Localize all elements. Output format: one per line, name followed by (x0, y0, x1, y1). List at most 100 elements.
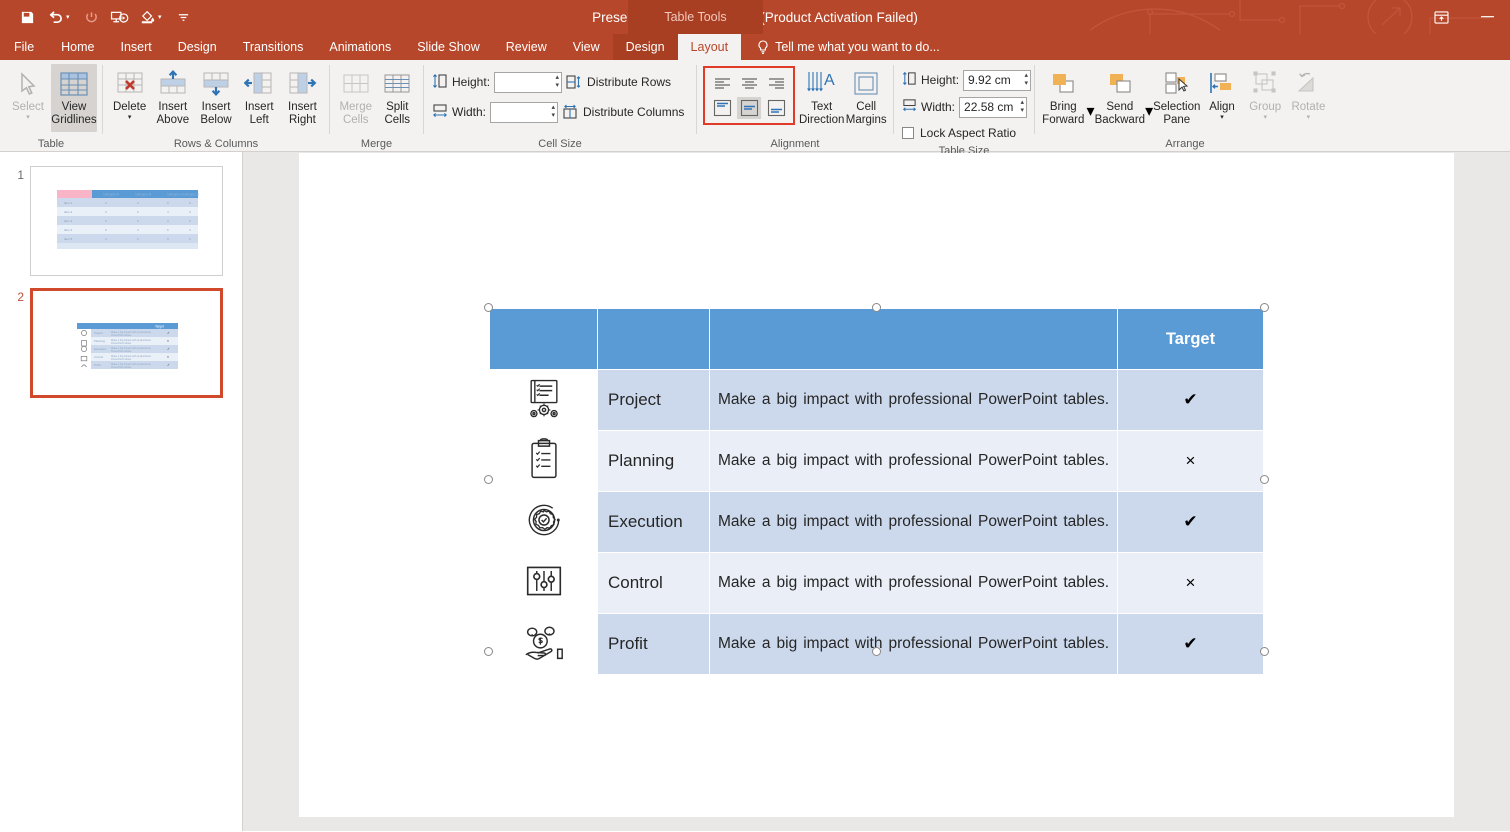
header-cell-desc[interactable] (709, 308, 1118, 370)
cell-width-input[interactable]: ▴ ▾ (490, 101, 559, 123)
table-selection-wrapper[interactable]: Target Project Make a big impact with pr… (484, 303, 1269, 675)
row-icon-cell[interactable] (489, 552, 598, 614)
align-left-icon[interactable] (710, 72, 734, 94)
tab-insert[interactable]: Insert (108, 34, 165, 60)
customize-qat-icon[interactable] (170, 5, 196, 29)
ribbon-tabs[interactable]: File Home Insert Design Transitions Anim… (0, 34, 1510, 60)
header-cell-icon[interactable] (489, 308, 598, 370)
slide-thumbnail-pane[interactable]: 1 Category A Category B Category C Categor… (0, 152, 243, 831)
row-target-cell[interactable]: × (1117, 430, 1264, 492)
distribute-rows-button[interactable]: Distribute Rows (566, 74, 671, 90)
row-target-cell[interactable]: × (1117, 552, 1264, 614)
selection-handle-bottom-right[interactable] (1260, 647, 1269, 656)
bring-forward-dropdown-icon[interactable]: ▾ (1087, 101, 1095, 121)
selection-handle-top-center[interactable] (872, 303, 881, 312)
align-objects-dropdown-icon[interactable]: ▾ (1220, 114, 1224, 122)
row-target-cell[interactable]: ✔ (1117, 369, 1264, 431)
bring-forward-button[interactable]: Bring Forward (1040, 64, 1087, 132)
tab-file[interactable]: File (0, 34, 48, 60)
group-button[interactable]: Group ▾ (1244, 64, 1287, 132)
minimize-button[interactable] (1464, 0, 1510, 34)
selection-handle-top-right[interactable] (1260, 303, 1269, 312)
tab-review[interactable]: Review (493, 34, 560, 60)
selection-handle-top-left[interactable] (484, 303, 493, 312)
insert-right-button[interactable]: Insert Right (281, 64, 324, 132)
view-gridlines-button[interactable]: View Gridlines (51, 64, 97, 132)
row-icon-cell[interactable] (489, 430, 598, 492)
thumbnail-slide-2[interactable]: 2 Target Project Planning Execution Cont… (0, 288, 242, 398)
row-icon-cell[interactable] (489, 613, 598, 675)
table-height-input[interactable]: 9.92 cm ▴ ▾ (963, 69, 1032, 91)
ribbon-display-options-icon[interactable] (1418, 0, 1464, 34)
save-icon[interactable] (14, 5, 40, 29)
tell-me-search[interactable]: Tell me what you want to do... (757, 34, 940, 60)
lock-aspect-ratio-checkbox[interactable] (902, 127, 914, 139)
align-middle-icon[interactable] (737, 97, 761, 119)
align-top-icon[interactable] (710, 97, 734, 119)
selection-handle-bottom-left[interactable] (484, 647, 493, 656)
group-dropdown-icon[interactable]: ▾ (1263, 114, 1267, 122)
table-row[interactable]: Profit Make a big impact with profession… (489, 613, 1264, 675)
quick-access-toolbar[interactable]: ▾ ▾ (0, 5, 196, 29)
row-desc-cell[interactable]: Make a big impact with professional Powe… (709, 552, 1118, 614)
undo-icon[interactable] (42, 5, 68, 29)
insert-below-button[interactable]: Insert Below (194, 64, 237, 132)
redo-icon[interactable] (78, 5, 104, 29)
cell-height-input[interactable]: ▴ ▾ (494, 71, 563, 93)
row-icon-cell[interactable] (489, 491, 598, 553)
header-cell-target[interactable]: Target (1117, 308, 1264, 370)
text-direction-button[interactable]: A Text Direction (799, 64, 844, 132)
table-row[interactable]: Control Make a big impact with professio… (489, 552, 1264, 614)
row-name-cell[interactable]: Profit (597, 613, 710, 675)
insert-above-button[interactable]: Insert Above (151, 64, 194, 132)
thumbnail-canvas-1[interactable]: Category A Category B Category C Category … (30, 166, 223, 276)
tab-table-design[interactable]: Design (612, 34, 678, 60)
thumbnail-canvas-2[interactable]: Target ProjectPlanningExecution Contro (30, 288, 223, 398)
row-desc-cell[interactable]: Make a big impact with professional Powe… (709, 430, 1118, 492)
tab-slide-show[interactable]: Slide Show (404, 34, 493, 60)
table-width-input[interactable]: 22.58 cm ▴ ▾ (959, 96, 1028, 118)
tab-animations[interactable]: Animations (316, 34, 404, 60)
align-bottom-icon[interactable] (764, 97, 788, 119)
delete-dropdown-icon[interactable]: ▾ (128, 114, 132, 122)
thumbnail-slide-1[interactable]: 1 Category A Category B Category C Categor… (0, 166, 242, 276)
delete-button[interactable]: Delete ▾ (108, 64, 151, 132)
table-row[interactable]: Planning Make a big impact with professi… (489, 430, 1264, 492)
table-row[interactable]: Execution Make a big impact with profess… (489, 491, 1264, 553)
tab-home[interactable]: Home (48, 34, 107, 60)
window-controls[interactable] (1418, 0, 1510, 34)
rotate-button[interactable]: Rotate ▾ (1287, 64, 1330, 132)
table-width-spinner[interactable]: ▴ ▾ (1021, 99, 1025, 115)
slide-table[interactable]: Target Project Make a big impact with pr… (489, 308, 1264, 675)
send-backward-dropdown-icon[interactable]: ▾ (1145, 101, 1153, 121)
lock-aspect-ratio-row[interactable]: Lock Aspect Ratio (902, 122, 1016, 144)
fill-color-icon[interactable] (134, 5, 160, 29)
row-name-cell[interactable]: Execution (597, 491, 710, 553)
fill-color-dropdown-icon[interactable]: ▾ (158, 13, 168, 21)
header-cell-name[interactable] (597, 308, 710, 370)
select-button[interactable]: Select ▾ (5, 64, 51, 132)
tab-view[interactable]: View (560, 34, 613, 60)
row-target-cell[interactable]: ✔ (1117, 491, 1264, 553)
row-desc-cell[interactable]: Make a big impact with professional Powe… (709, 613, 1118, 675)
selection-handle-middle-right[interactable] (1260, 475, 1269, 484)
send-backward-button[interactable]: Send Backward (1095, 64, 1145, 132)
table-height-spinner[interactable]: ▴ ▾ (1025, 72, 1029, 88)
selection-handle-middle-left[interactable] (484, 475, 493, 484)
align-objects-button[interactable]: Align ▾ (1200, 64, 1243, 132)
tab-transitions[interactable]: Transitions (230, 34, 317, 60)
cell-height-spinner[interactable]: ▴ ▾ (556, 74, 560, 90)
selection-handle-bottom-center[interactable] (872, 647, 881, 656)
align-center-icon[interactable] (737, 72, 761, 94)
row-name-cell[interactable]: Planning (597, 430, 710, 492)
select-dropdown-icon[interactable]: ▾ (26, 114, 30, 122)
row-desc-cell[interactable]: Make a big impact with professional Powe… (709, 491, 1118, 553)
start-presentation-icon[interactable] (106, 5, 132, 29)
slide-surface[interactable]: Target Project Make a big impact with pr… (299, 153, 1454, 817)
split-cells-button[interactable]: Split Cells (377, 64, 419, 132)
align-right-icon[interactable] (764, 72, 788, 94)
table-row[interactable]: Project Make a big impact with professio… (489, 369, 1264, 431)
cell-margins-button[interactable]: Cell Margins (844, 64, 888, 132)
selection-pane-button[interactable]: Selection Pane (1153, 64, 1200, 132)
row-target-cell[interactable]: ✔ (1117, 613, 1264, 675)
